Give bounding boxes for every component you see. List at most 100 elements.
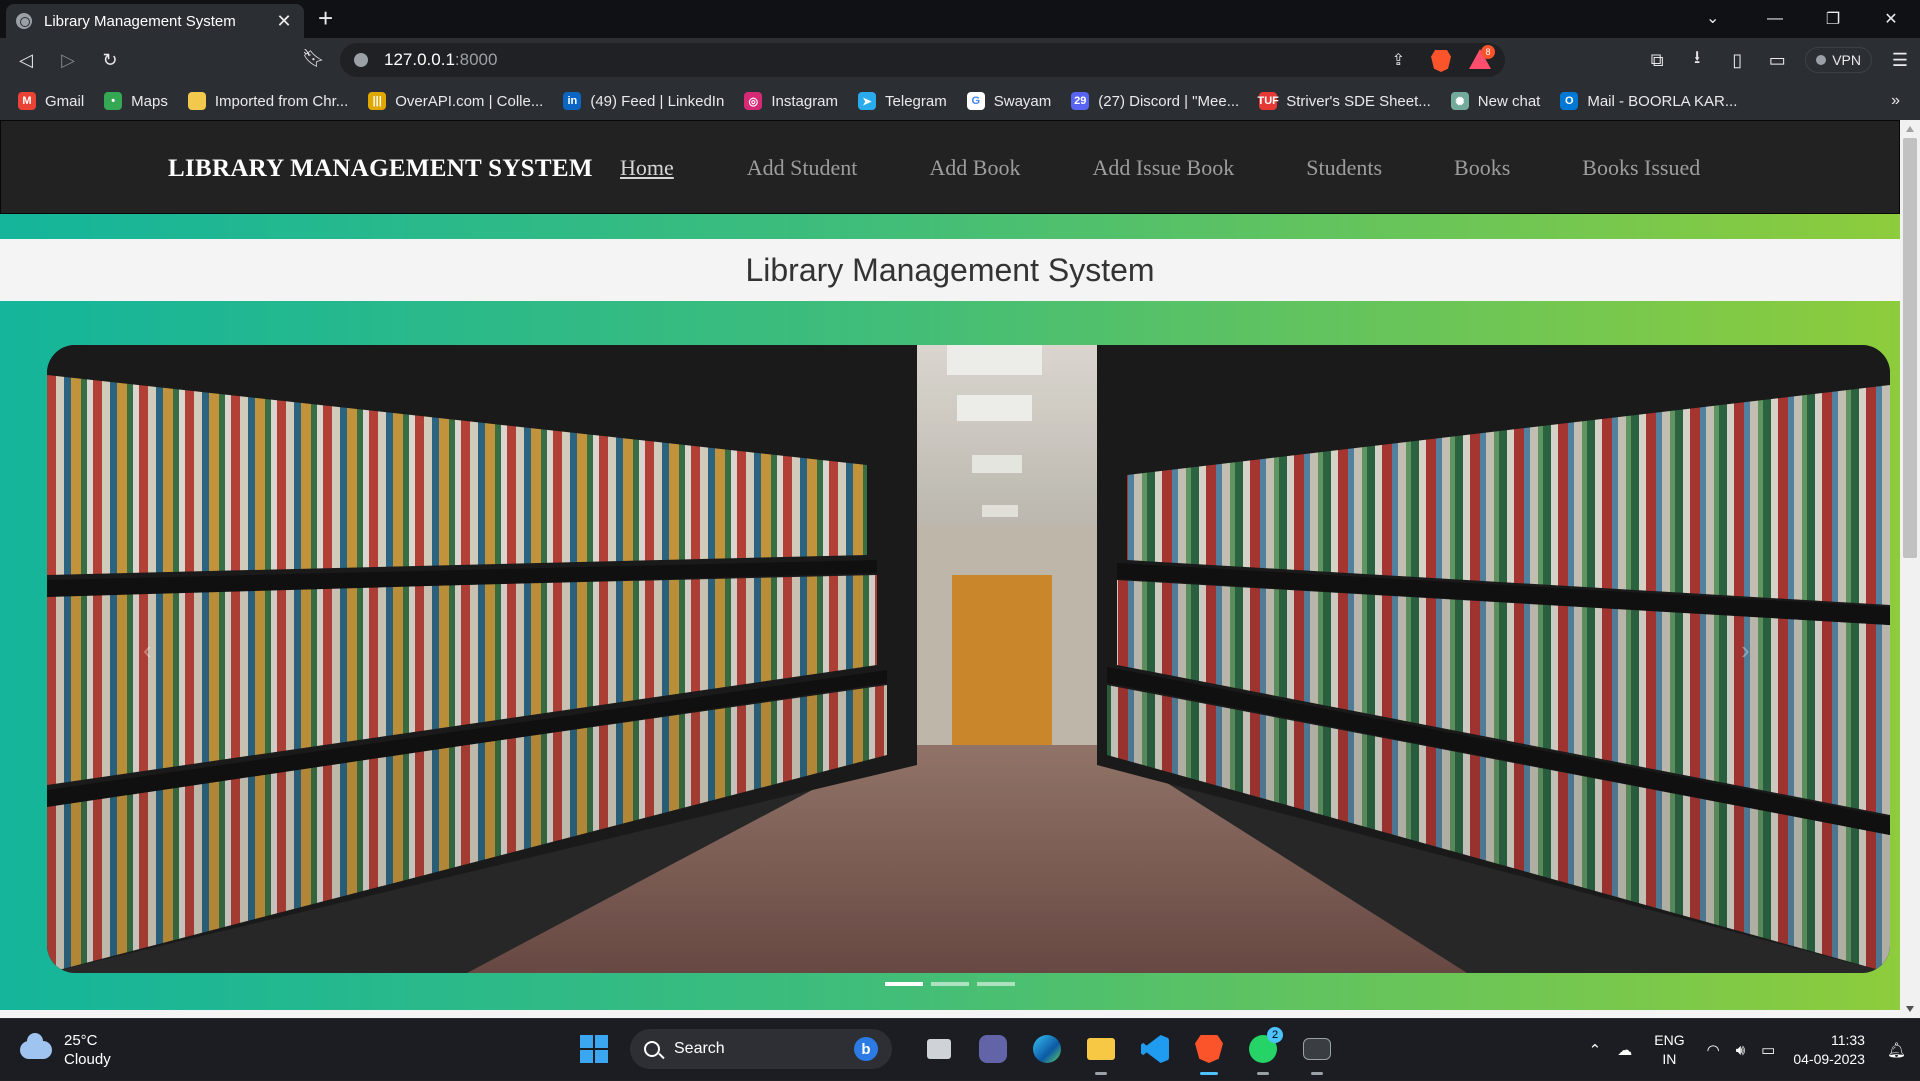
carousel-indicator[interactable] (885, 982, 923, 986)
bookmark-item[interactable]: ||| OverAPI.com | Colle... (368, 92, 543, 110)
scroll-down-arrow-icon[interactable] (1906, 1006, 1914, 1012)
page-title: Library Management System (745, 251, 1155, 288)
brave-button[interactable] (1189, 1029, 1229, 1075)
nav-students[interactable]: Students (1306, 155, 1382, 181)
carousel-prev-button[interactable]: ‹ (143, 635, 152, 666)
restore-button[interactable]: ❐ (1804, 0, 1862, 38)
nav-add-student[interactable]: Add Student (747, 155, 858, 181)
whatsapp-badge: 2 (1267, 1027, 1283, 1043)
menu-icon[interactable]: ☰ (1880, 50, 1920, 71)
battery-icon[interactable]: ▭ (1761, 1041, 1775, 1059)
whatsapp-button[interactable]: 2 (1243, 1027, 1283, 1075)
terminal-icon (1303, 1038, 1331, 1060)
carousel-next-button[interactable]: › (1741, 635, 1750, 666)
gmail-icon: M (18, 92, 36, 110)
bookmark-item[interactable]: Imported from Chr... (187, 92, 348, 110)
bookmark-item[interactable]: ◎ Instagram (744, 92, 838, 110)
bookmark-item[interactable]: • Maps (104, 92, 168, 110)
scrollbar-thumb[interactable] (1903, 138, 1917, 558)
wifi-icon[interactable]: ◠ (1707, 1041, 1720, 1059)
weather-widget[interactable]: 25°C Cloudy (20, 1031, 111, 1069)
address-bar[interactable]: 127.0.0.1:8000 ⇪ 8 (340, 43, 1505, 77)
browser-toolbar: ◁ ▷ ↻ 🔖︎ 127.0.0.1:8000 ⇪ 8 ⧉ ⭳ ▯ ▭ VPN … (0, 38, 1920, 82)
minimize-button[interactable]: — (1746, 0, 1804, 38)
carousel-indicator[interactable] (931, 982, 969, 986)
nav-books[interactable]: Books (1454, 155, 1510, 181)
download-icon[interactable]: ⭳ (1677, 45, 1717, 75)
vpn-button[interactable]: VPN (1805, 47, 1872, 73)
brave-shields-icon[interactable] (1431, 50, 1451, 72)
bookmark-item[interactable]: M Gmail (18, 92, 84, 110)
bookmark-item[interactable]: G Swayam (966, 92, 1051, 110)
more-bookmarks-icon[interactable]: » (1891, 92, 1900, 110)
search-icon (644, 1041, 660, 1057)
share-icon[interactable]: ⇪ (1392, 50, 1405, 70)
bookmark-item[interactable]: in (49) Feed | LinkedIn (563, 92, 724, 110)
brave-icon (1195, 1035, 1223, 1063)
tab-search-chevron-icon[interactable]: ⌄ (1706, 8, 1719, 28)
active-indicator (1200, 1072, 1218, 1075)
nav-add-book[interactable]: Add Book (929, 155, 1020, 181)
bookmark-item[interactable]: ✺ New chat (1450, 92, 1541, 110)
scroll-up-arrow-icon[interactable] (1906, 126, 1914, 132)
bookmark-item[interactable]: 29 (27) Discord | "Mee... (1071, 92, 1239, 110)
new-tab-button[interactable]: + (318, 5, 333, 31)
bookmark-label: Telegram (885, 92, 947, 110)
start-button[interactable] (580, 1035, 608, 1063)
close-tab-icon[interactable]: ✕ (274, 11, 294, 32)
back-button[interactable]: ◁ (10, 44, 42, 76)
vpn-label: VPN (1832, 52, 1861, 68)
language-code: ENG (1654, 1032, 1685, 1048)
forward-button[interactable]: ▷ (52, 44, 84, 76)
page-scrollbar[interactable] (1900, 120, 1920, 1018)
chevron-up-icon[interactable]: ⌃ (1589, 1041, 1602, 1059)
bookmark-label: Mail - BOORLA KAR... (1587, 92, 1738, 110)
library-shelves-image (47, 345, 1890, 973)
google-icon: G (966, 92, 985, 110)
extensions-icon[interactable]: ⧉ (1637, 50, 1677, 71)
nav-add-issue-book[interactable]: Add Issue Book (1092, 155, 1234, 181)
url-port: :8000 (454, 50, 498, 69)
linkedin-icon: in (563, 92, 582, 110)
nav-home[interactable]: Home (620, 155, 674, 181)
site-brand[interactable]: LIBRARY MANAGEMENT SYSTEM (168, 155, 593, 183)
edge-button[interactable] (1027, 1029, 1067, 1069)
onedrive-icon[interactable]: ☁︎ (1617, 1041, 1632, 1059)
task-view-button[interactable] (919, 1029, 959, 1069)
nav-books-issued[interactable]: Books Issued (1582, 155, 1700, 181)
sidebar-icon[interactable]: ▯ (1717, 50, 1757, 71)
tab-title: Library Management System (44, 12, 236, 30)
nav-links: Home Add Student Add Book Add Issue Book… (620, 155, 1772, 181)
reload-button[interactable]: ↻ (94, 44, 126, 76)
bookmark-icon[interactable]: 🔖︎ (302, 48, 325, 69)
teams-chat-button[interactable] (973, 1029, 1013, 1069)
page-bottom-band (0, 1010, 1900, 1018)
vscode-button[interactable] (1135, 1029, 1175, 1069)
running-indicator (1095, 1072, 1107, 1075)
folder-icon (1087, 1038, 1115, 1060)
close-window-button[interactable]: ✕ (1862, 0, 1920, 38)
clock-date: 04-09-2023 (1793, 1051, 1865, 1067)
title-band: Library Management System (0, 239, 1900, 301)
file-explorer-button[interactable] (1081, 1029, 1121, 1075)
terminal-button[interactable] (1297, 1029, 1337, 1075)
bookmark-label: New chat (1477, 92, 1541, 110)
carousel-indicator[interactable] (977, 982, 1015, 986)
bookmark-item[interactable]: TUF Striver's SDE Sheet... (1258, 92, 1431, 110)
language-indicator[interactable]: ENG IN (1654, 1031, 1684, 1069)
bookmark-item[interactable]: O Mail - BOORLA KAR... (1560, 92, 1737, 110)
notification-icon[interactable]: 🔔︎ (1887, 1041, 1906, 1059)
globe-icon (16, 13, 32, 29)
taskbar-search[interactable]: Search b (630, 1029, 892, 1069)
bookmark-item[interactable]: ➤ Telegram (858, 92, 947, 110)
rewards-badge: 8 (1481, 45, 1495, 59)
clock[interactable]: 11:33 04-09-2023 (1793, 1031, 1865, 1069)
browser-tab-active[interactable]: Library Management System ✕ (6, 4, 304, 38)
cloud-icon (20, 1033, 52, 1059)
volume-icon[interactable]: 🔊︎ (1736, 1042, 1745, 1059)
site-info-icon[interactable] (354, 53, 368, 67)
wallet-icon[interactable]: ▭ (1757, 50, 1797, 71)
carousel-slide[interactable]: ‹ › (47, 345, 1890, 973)
bookmark-label: Instagram (771, 92, 839, 110)
outlook-icon: O (1560, 92, 1579, 110)
